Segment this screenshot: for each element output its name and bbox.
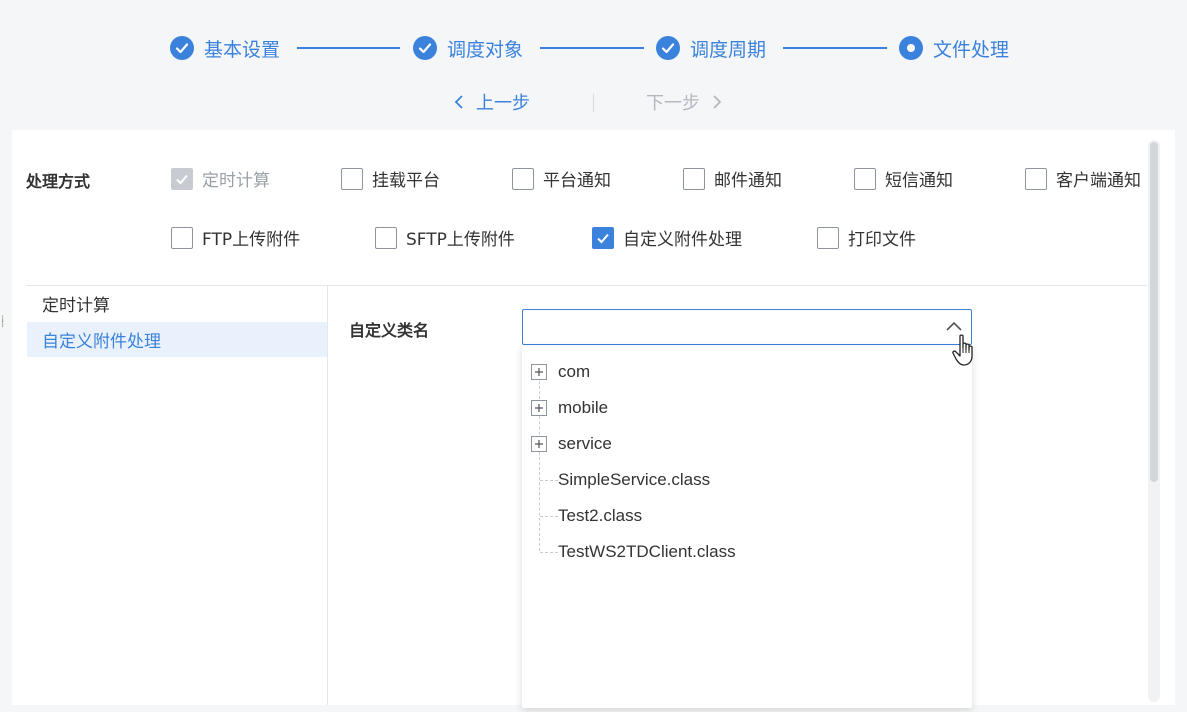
checkbox-label: 挂载平台 [372,171,440,191]
custom-class-input[interactable] [523,310,923,344]
processing-method-label: 处理方式 [26,172,91,191]
checkbox-scheduled-calc: 定时计算 [171,166,270,191]
tree-connector [540,479,558,481]
scrollbar-thumb[interactable] [1150,142,1158,482]
tree-connector [540,515,558,517]
checkbox-mount-platform[interactable]: 挂载平台 [341,166,440,191]
check-icon [413,36,437,60]
tree-node-label: SimpleService.class [558,470,711,489]
checkbox-box[interactable] [592,226,614,249]
checkbox-box[interactable] [854,167,876,190]
checkbox-ftp-upload[interactable]: FTP上传附件 [171,225,300,250]
step-schedule-period[interactable]: 调度周期 [656,30,766,66]
checkbox-label: FTP上传附件 [202,230,301,250]
chevron-right-icon [712,94,722,110]
tree-node-label: service [558,434,612,453]
resize-grip-icon[interactable]: ⁞ ⁞ [1,315,9,337]
checkbox-box[interactable] [341,167,363,190]
file-processing-panel: 处理方式 定时计算 挂载平台 平台通知 邮件通知 短信通知 客户端通知 FTP上… [1,130,1175,708]
checkbox-label: 打印文件 [848,230,916,250]
expand-plus-icon[interactable] [531,364,547,380]
checkbox-client-notify[interactable]: 客户端通知 [1025,166,1141,191]
checkbox-box[interactable] [683,167,705,190]
checkbox-box [171,167,193,190]
checkbox-label: SFTP上传附件 [406,230,515,250]
checkbox-label: 自定义附件处理 [623,230,742,250]
expand-plus-icon[interactable] [531,400,547,416]
sidebar-item-scheduled-calc[interactable]: 定时计算 [27,286,327,321]
checkbox-custom-attachment[interactable]: 自定义附件处理 [592,225,742,250]
prev-step-label: 上一步 [476,93,530,114]
tree-node-test2[interactable]: Test2.class [522,498,972,534]
checkbox-label: 短信通知 [885,171,953,191]
tree-node-com[interactable]: com [522,354,972,390]
checkbox-sms-notify[interactable]: 短信通知 [854,166,953,191]
step-file-processing[interactable]: 文件处理 [899,30,1009,66]
check-icon [656,36,680,60]
step-connector [297,47,400,49]
tree-node-simpleservice[interactable]: SimpleService.class [522,462,972,498]
tree-node-mobile[interactable]: mobile [522,390,972,426]
sidebar-divider [327,286,328,705]
sidebar-item-custom-attachment[interactable]: 自定义附件处理 [27,322,327,357]
checkbox-sftp-upload[interactable]: SFTP上传附件 [375,225,515,250]
checkbox-platform-notify[interactable]: 平台通知 [512,166,611,191]
current-step-icon [899,36,923,60]
checkbox-label: 定时计算 [202,171,270,191]
checkbox-box[interactable] [512,167,534,190]
prev-step-button[interactable]: 上一步 [454,88,530,116]
custom-class-select[interactable] [522,309,972,345]
step-basic-settings[interactable]: 基本设置 [170,30,280,66]
checkbox-box[interactable] [375,226,397,249]
tree-node-label: mobile [558,398,609,417]
vertical-scrollbar[interactable] [1148,140,1160,702]
tree-node-label: Test2.class [558,506,643,525]
checkbox-label: 邮件通知 [714,171,782,191]
tree-node-label: com [558,362,591,381]
nav-divider [593,94,594,112]
check-icon [170,36,194,60]
step-label: 调度周期 [690,38,767,61]
class-tree-dropdown: com mobile service SimpleService.class T… [522,346,972,708]
step-connector [783,47,887,49]
checkbox-box[interactable] [1025,167,1047,190]
tree-connector [540,551,558,553]
tree-node-testws2tdclient[interactable]: TestWS2TDClient.class [522,534,972,570]
step-label: 文件处理 [933,38,1010,61]
next-step-button[interactable]: 下一步 [646,88,722,116]
checkbox-label: 平台通知 [543,171,611,191]
sidebar-item-label: 自定义附件处理 [42,332,161,352]
custom-class-label: 自定义类名 [349,321,430,340]
sidebar-item-label: 定时计算 [42,296,110,316]
stepper: 基本设置 调度对象 调度周期 文件处理 [0,30,1187,66]
checkbox-label: 客户端通知 [1056,171,1141,191]
checkbox-email-notify[interactable]: 邮件通知 [683,166,782,191]
next-step-label: 下一步 [646,93,700,114]
expand-plus-icon[interactable] [531,436,547,452]
step-schedule-object[interactable]: 调度对象 [413,30,523,66]
step-label: 调度对象 [447,38,524,61]
hand-pointer-icon [952,334,978,368]
step-label: 基本设置 [204,38,281,61]
chevron-left-icon [454,94,464,110]
chevron-up-icon[interactable] [945,319,963,333]
checkbox-box[interactable] [171,226,193,249]
tree-node-label: TestWS2TDClient.class [558,542,736,561]
checkbox-box[interactable] [817,226,839,249]
step-connector [540,47,644,49]
checkbox-print-file[interactable]: 打印文件 [817,225,916,250]
tree-node-service[interactable]: service [522,426,972,462]
